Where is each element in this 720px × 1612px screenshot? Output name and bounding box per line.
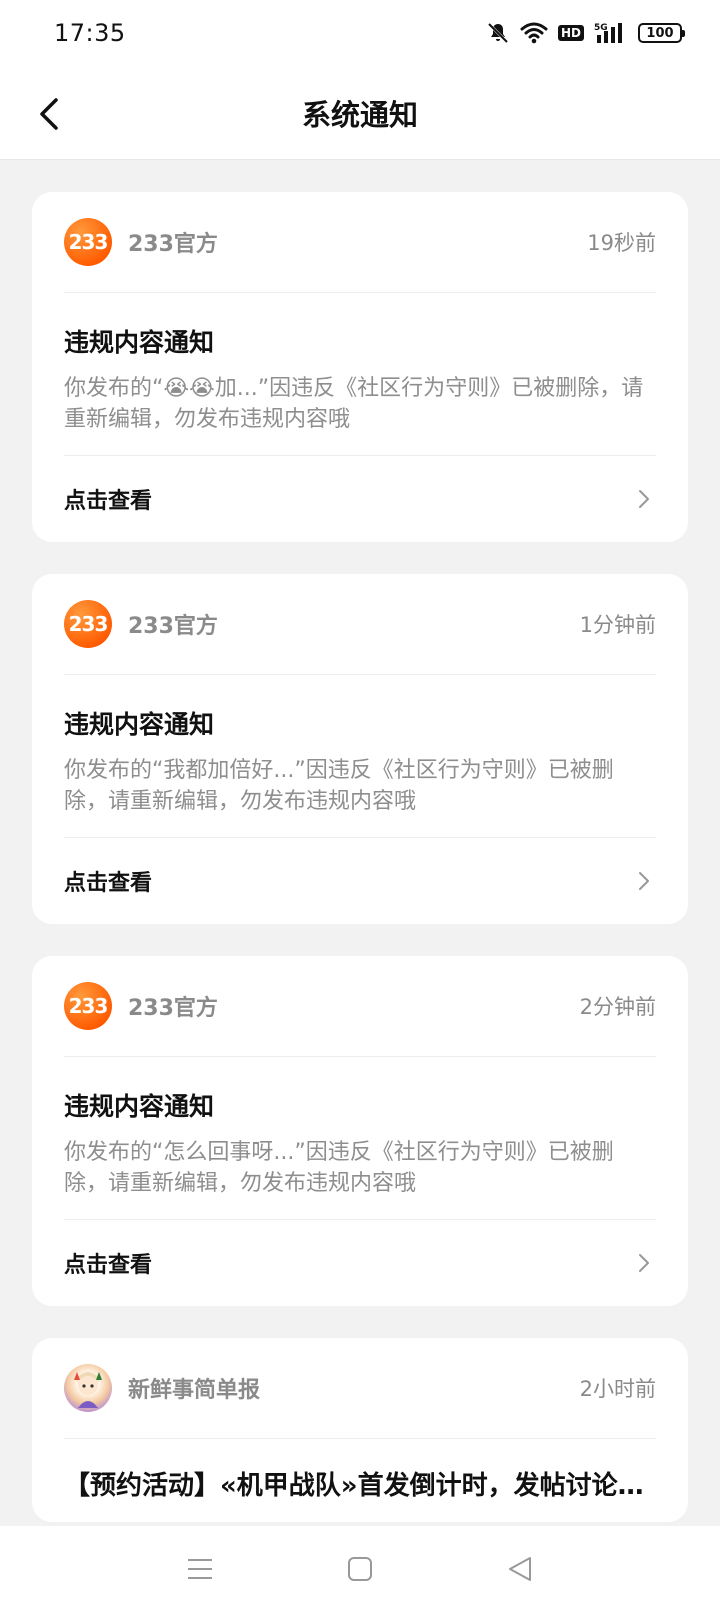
official-avatar-233-logo[interactable]: 233 <box>64 600 112 648</box>
anime-character-avatar-icon <box>74 1372 102 1408</box>
official-avatar-233-logo[interactable]: 233 <box>64 218 112 266</box>
notice-title: 违规内容通知 <box>64 328 215 357</box>
system-nav-bar <box>0 1526 720 1612</box>
notice-text: 你发布的“我都加倍好...”因违反《社区行为守则》已被删除，请重新编辑，勿发布违… <box>64 758 614 814</box>
view-details-row[interactable]: 点击查看 <box>64 1220 656 1306</box>
news-avatar[interactable] <box>64 1364 112 1412</box>
notice-text: 你发布的“怎么回事呀...”因违反《社区行为守则》已被删除，请重新编辑，勿发布违… <box>64 1140 614 1196</box>
signal-icon: 5G <box>594 21 628 45</box>
card-header: 233 233官方 19秒前 <box>64 192 656 293</box>
sender-name[interactable]: 233官方 <box>128 226 587 258</box>
notice-title: 违规内容通知 <box>64 1092 215 1121</box>
card-header: 新鲜事简单报 2小时前 <box>64 1338 656 1439</box>
hd-icon: HD <box>557 25 584 41</box>
view-details-link[interactable]: 点击查看 <box>64 1247 152 1279</box>
notification-time: 2分钟前 <box>579 995 656 1019</box>
view-details-link[interactable]: 点击查看 <box>64 865 152 897</box>
card-body: 【预约活动】«机甲战队»首发倒计时，发帖讨论赢好礼 <box>64 1439 656 1522</box>
notification-time: 2小时前 <box>579 1377 656 1401</box>
back-button[interactable] <box>28 92 72 136</box>
notification-card[interactable]: 233 233官方 1分钟前 违规内容通知 你发布的“我都加倍好...”因违反《… <box>32 574 688 924</box>
notification-list[interactable]: 233 233官方 19秒前 违规内容通知 你发布的“😭😭加...”因违反《社区… <box>0 160 720 1526</box>
back-triangle-icon <box>509 1557 531 1581</box>
card-body: 违规内容通知 你发布的“😭😭加...”因违反《社区行为守则》已被删除，请重新编辑… <box>64 293 656 456</box>
chevron-right-icon <box>632 1251 656 1275</box>
page-title: 系统通知 <box>301 97 418 132</box>
chevron-right-icon <box>632 487 656 511</box>
app-header: 系统通知 <box>0 66 720 160</box>
sender-name[interactable]: 新鲜事简单报 <box>128 1372 580 1404</box>
view-details-row[interactable]: 点击查看 <box>64 838 656 924</box>
battery-icon: 100 <box>638 23 685 43</box>
official-avatar-233-logo[interactable]: 233 <box>64 982 112 1030</box>
mute-bell-icon <box>486 21 510 45</box>
menu-icon <box>188 1559 212 1579</box>
notification-time: 1分钟前 <box>579 613 656 637</box>
card-body: 违规内容通知 你发布的“我都加倍好...”因违反《社区行为守则》已被删除，请重新… <box>64 675 656 838</box>
chevron-right-icon <box>632 869 656 893</box>
back-nav-button[interactable] <box>496 1545 544 1593</box>
notification-time: 19秒前 <box>587 231 656 255</box>
view-details-link[interactable]: 点击查看 <box>64 483 152 515</box>
news-title[interactable]: 【预约活动】«机甲战队»首发倒计时，发帖讨论赢好礼 <box>64 1465 656 1502</box>
sender-name[interactable]: 233官方 <box>128 990 580 1022</box>
card-header: 233 233官方 1分钟前 <box>64 574 656 675</box>
chevron-left-icon <box>40 98 58 130</box>
news-card[interactable]: 新鲜事简单报 2小时前 【预约活动】«机甲战队»首发倒计时，发帖讨论赢好礼 <box>32 1338 688 1522</box>
wifi-icon <box>520 22 548 44</box>
notice-text: 你发布的“😭😭加...”因违反《社区行为守则》已被删除，请重新编辑，勿发布违规内… <box>64 376 644 432</box>
status-bar: 17:35 HD 5G 100 <box>0 0 720 66</box>
status-icons: HD 5G 100 <box>486 21 685 45</box>
home-button[interactable] <box>336 1545 384 1593</box>
view-details-row[interactable]: 点击查看 <box>64 456 656 542</box>
menu-button[interactable] <box>176 1545 224 1593</box>
notification-card[interactable]: 233 233官方 19秒前 违规内容通知 你发布的“😭😭加...”因违反《社区… <box>32 192 688 542</box>
status-time: 17:35 <box>54 19 126 47</box>
notice-title: 违规内容通知 <box>64 710 215 739</box>
card-header: 233 233官方 2分钟前 <box>64 956 656 1057</box>
home-square-icon <box>348 1557 372 1581</box>
sender-name[interactable]: 233官方 <box>128 608 580 640</box>
notification-card[interactable]: 233 233官方 2分钟前 违规内容通知 你发布的“怎么回事呀...”因违反《… <box>32 956 688 1306</box>
card-body: 违规内容通知 你发布的“怎么回事呀...”因违反《社区行为守则》已被删除，请重新… <box>64 1057 656 1220</box>
